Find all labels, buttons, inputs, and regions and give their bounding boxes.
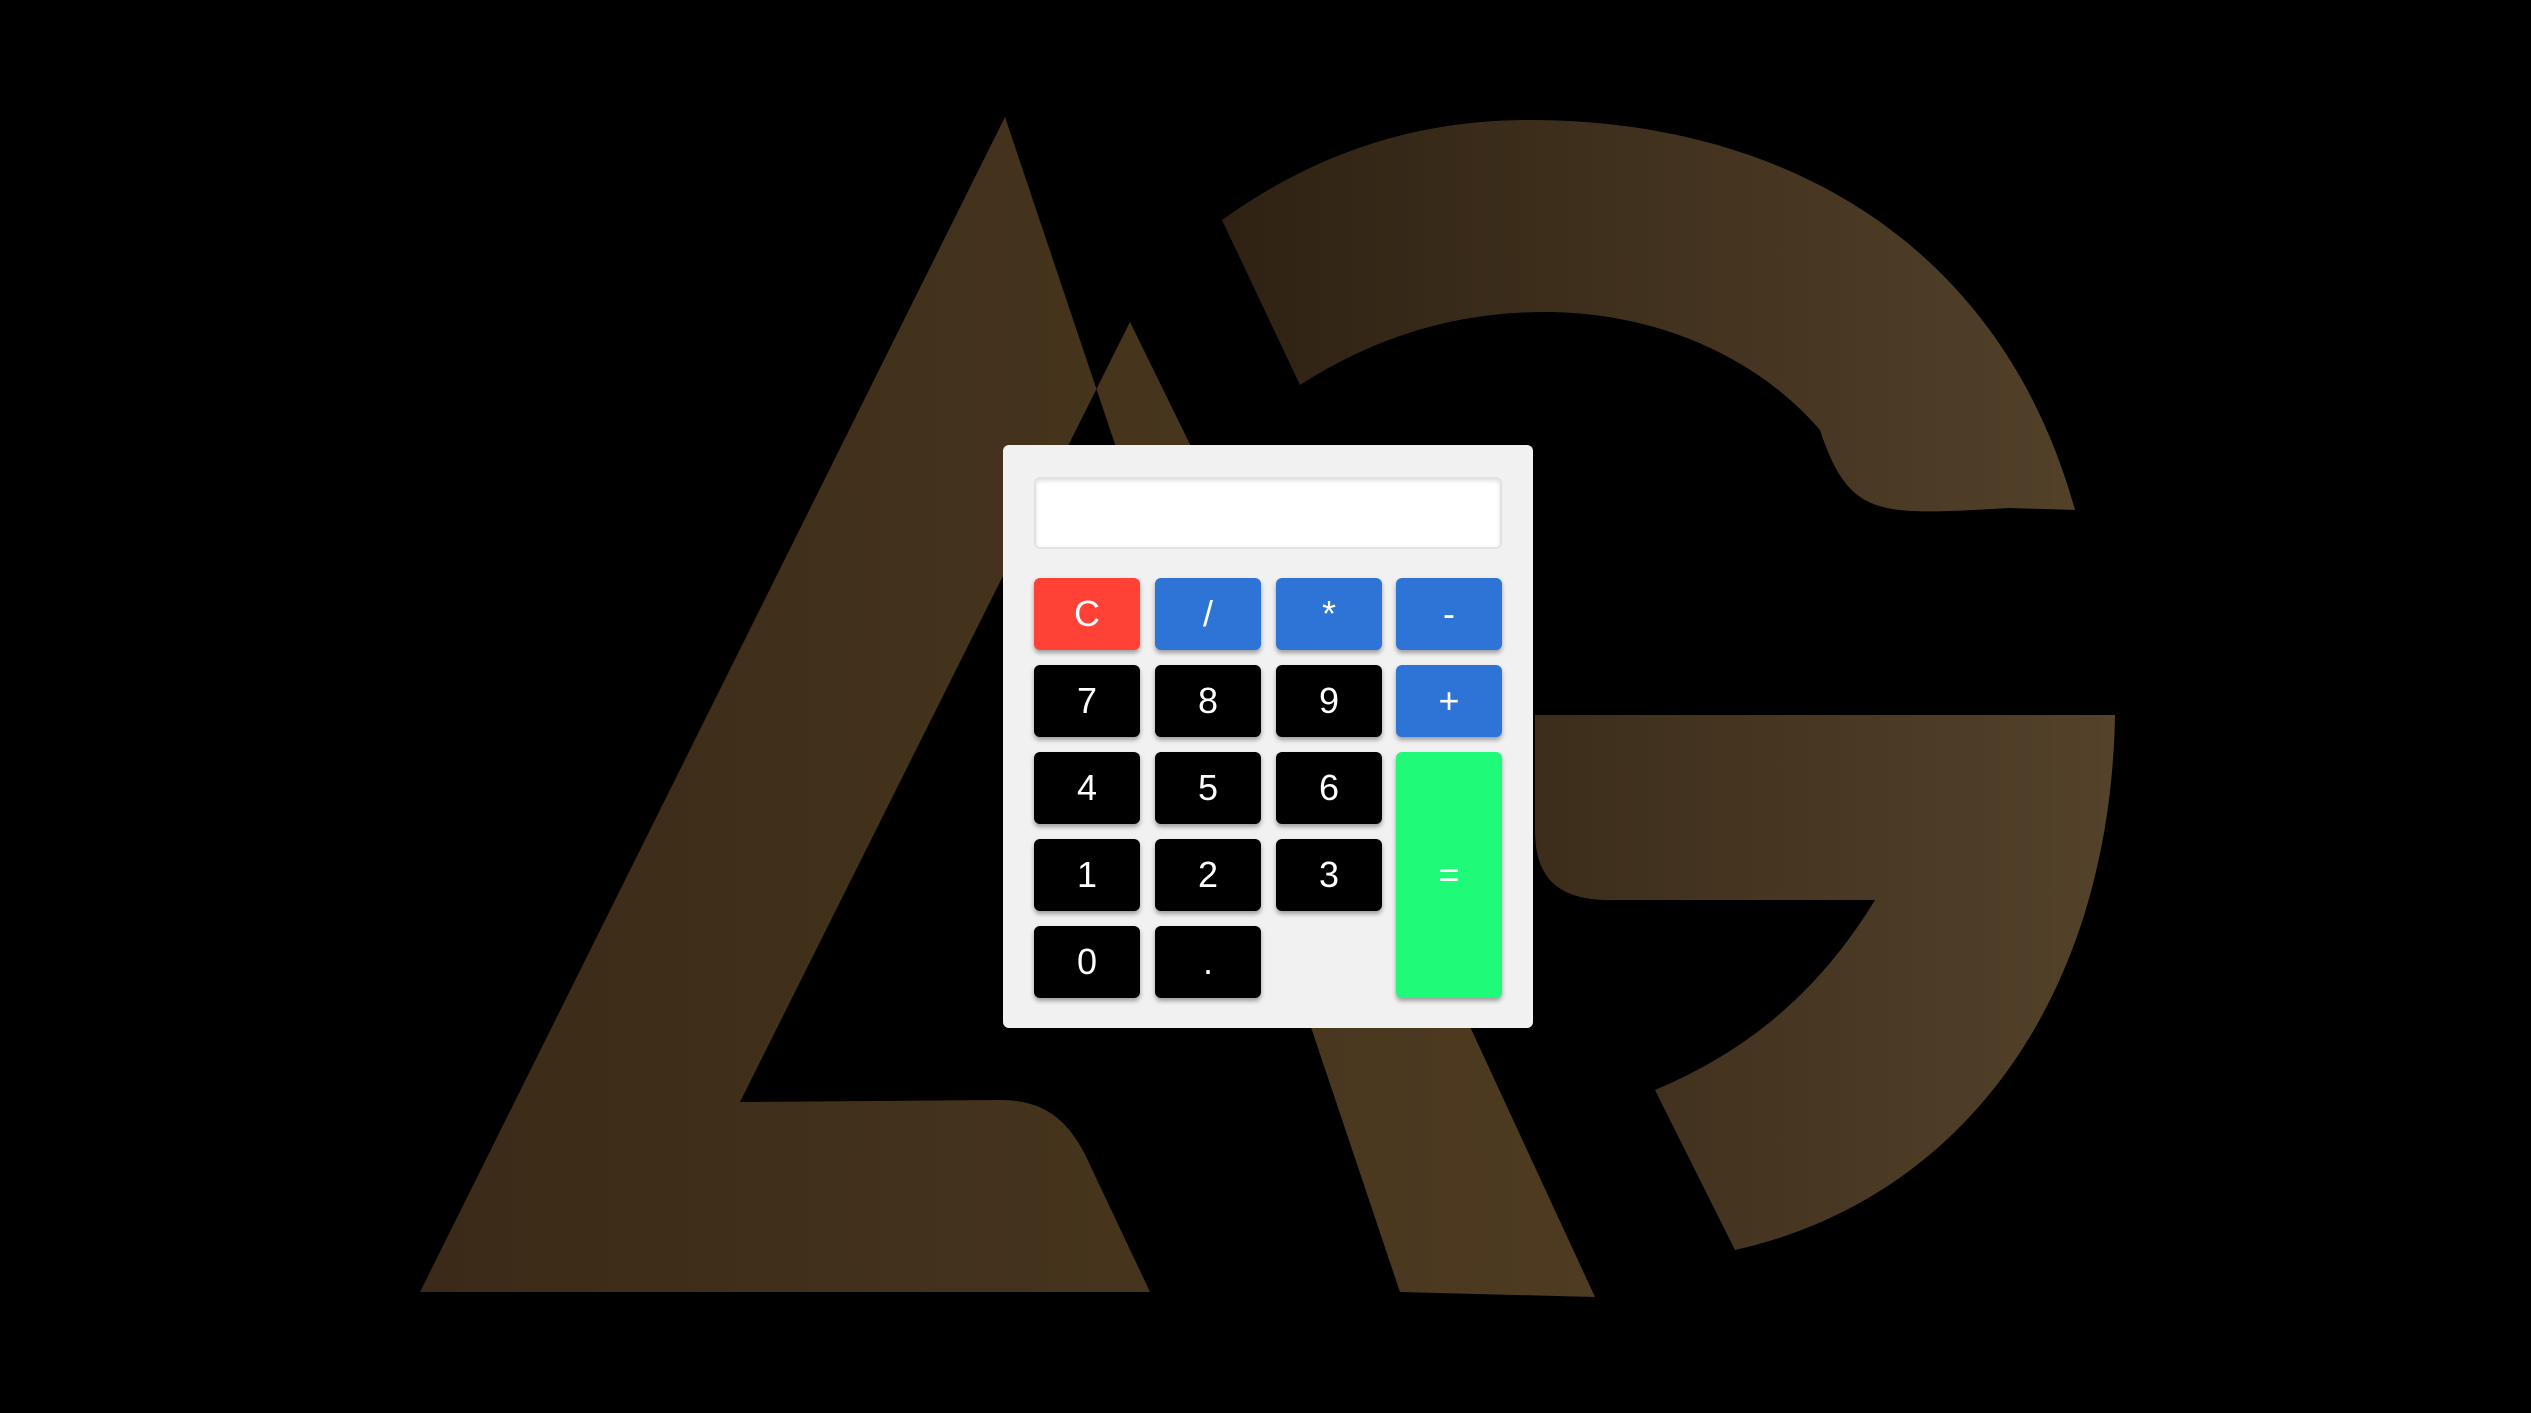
calculator: C / * - 7 8 9 + 4 5 6 = 1 2 3 0 . <box>1003 445 1533 1028</box>
page-background: C / * - 7 8 9 + 4 5 6 = 1 2 3 0 . <box>0 0 2531 1413</box>
multiply-button[interactable]: * <box>1276 578 1382 650</box>
digit-8-button[interactable]: 8 <box>1155 665 1261 737</box>
clear-button[interactable]: C <box>1034 578 1140 650</box>
digit-2-button[interactable]: 2 <box>1155 839 1261 911</box>
digit-1-button[interactable]: 1 <box>1034 839 1140 911</box>
add-button[interactable]: + <box>1396 665 1502 737</box>
decimal-button[interactable]: . <box>1155 926 1261 998</box>
divide-button[interactable]: / <box>1155 578 1261 650</box>
calculator-display[interactable] <box>1034 477 1502 549</box>
digit-7-button[interactable]: 7 <box>1034 665 1140 737</box>
digit-6-button[interactable]: 6 <box>1276 752 1382 824</box>
equals-button[interactable]: = <box>1396 752 1502 998</box>
digit-3-button[interactable]: 3 <box>1276 839 1382 911</box>
digit-0-button[interactable]: 0 <box>1034 926 1140 998</box>
digit-4-button[interactable]: 4 <box>1034 752 1140 824</box>
digit-9-button[interactable]: 9 <box>1276 665 1382 737</box>
digit-5-button[interactable]: 5 <box>1155 752 1261 824</box>
subtract-button[interactable]: - <box>1396 578 1502 650</box>
